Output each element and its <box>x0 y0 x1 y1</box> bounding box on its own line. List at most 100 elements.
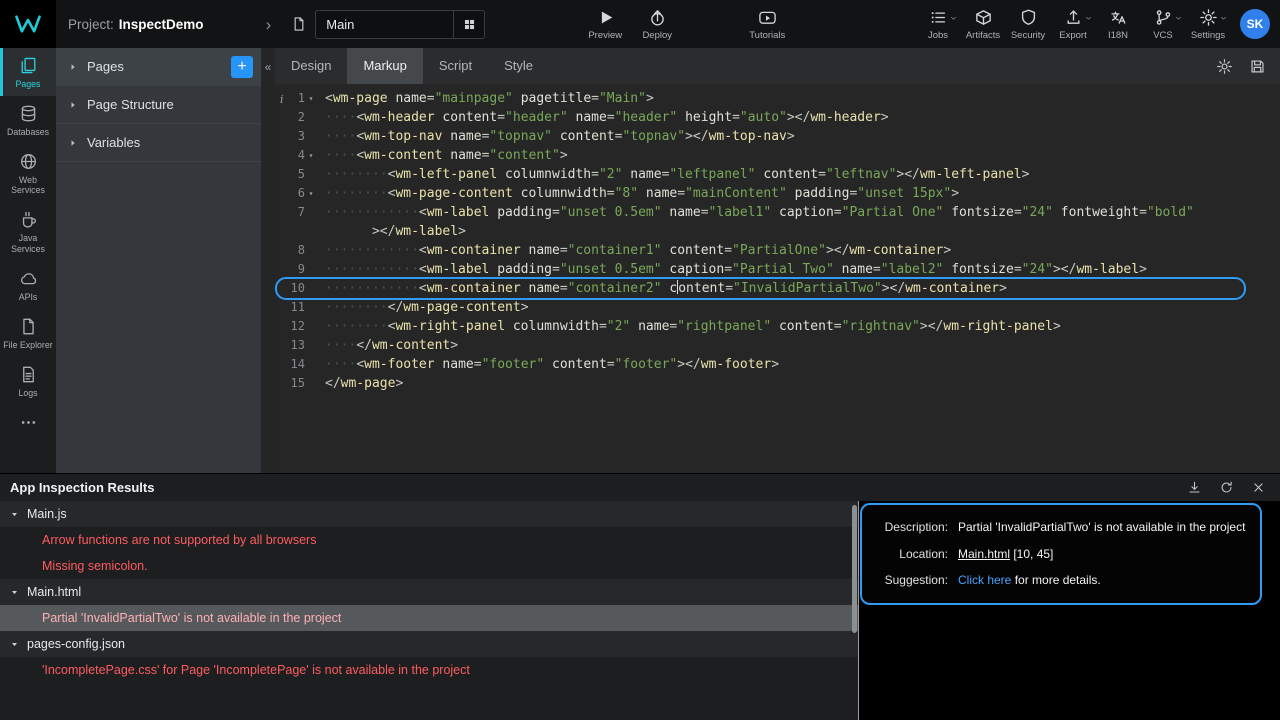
inspection-file-main-html[interactable]: Main.html <box>0 579 858 605</box>
code-text: ></wm-label> <box>317 222 466 241</box>
explorer-section-variables[interactable]: Variables <box>56 124 261 162</box>
fold-toggle-icon[interactable]: ▾ <box>305 146 317 165</box>
gutter: 5 <box>275 165 317 184</box>
code-line-11[interactable]: 11········</wm-page-content> <box>275 298 1280 317</box>
inspection-file-main-js[interactable]: Main.js <box>0 501 858 527</box>
code-text: <wm-page name="mainpage" pagetitle="Main… <box>317 89 654 108</box>
topbar-jobs-button[interactable]: Jobs <box>920 8 956 41</box>
page-document-icon <box>291 16 307 32</box>
topbar-i18n-button[interactable]: I18N <box>1100 8 1136 41</box>
user-avatar[interactable]: SK <box>1240 9 1270 39</box>
code-line-10[interactable]: 10············<wm-container name="contai… <box>275 279 1280 298</box>
rail-item-logs[interactable]: Logs <box>0 357 56 405</box>
topbar-deploy-button[interactable]: Deploy <box>639 8 675 41</box>
code-line-15[interactable]: 15</wm-page> <box>275 374 1280 393</box>
code-text: ····<wm-content name="content"> <box>317 146 568 165</box>
jobs-label: Jobs <box>928 30 948 41</box>
code-line-1[interactable]: i1▾<wm-page name="mainpage" pagetitle="M… <box>275 89 1280 108</box>
topbar-artifacts-button[interactable]: Artifacts <box>965 8 1001 41</box>
java-services-icon <box>19 210 38 229</box>
topbar-export-button[interactable]: Export <box>1055 8 1091 41</box>
explorer-section-pages[interactable]: Pages+ <box>56 48 261 86</box>
line-number: 4 <box>275 146 305 165</box>
tab-style[interactable]: Style <box>488 48 549 84</box>
topbar-right-actions: Jobs Artifacts Security Export I18N VCS Settin… <box>920 8 1226 41</box>
code-text: ····<wm-header content="header" name="he… <box>317 108 889 127</box>
refresh-icon[interactable] <box>1219 480 1234 495</box>
markup-settings-icon[interactable] <box>1216 58 1233 75</box>
scrollbar-thumb[interactable] <box>852 505 857 633</box>
artifacts-label: Artifacts <box>966 30 1000 41</box>
rail-item-apis[interactable]: APIs <box>0 261 56 309</box>
line-number: 8 <box>275 241 305 260</box>
inspection-error[interactable]: Arrow functions are not supported by all… <box>0 527 858 553</box>
page-grid-button[interactable] <box>453 11 484 38</box>
code-line-4[interactable]: 4▾····<wm-content name="content"> <box>275 146 1280 165</box>
save-icon[interactable] <box>1249 58 1266 75</box>
line-number: 6 <box>275 184 305 203</box>
topbar-tutorials-button[interactable]: Tutorials <box>749 8 785 41</box>
topbar-preview-button[interactable]: Preview <box>587 8 623 41</box>
gutter: 12 <box>275 317 317 336</box>
code-line-6[interactable]: 6▾········<wm-page-content columnwidth="… <box>275 184 1280 203</box>
rail-item-more[interactable] <box>0 405 56 439</box>
inspection-file-pages-config-json[interactable]: pages-config.json <box>0 631 858 657</box>
editor-tools <box>1216 58 1280 75</box>
tab-markup[interactable]: Markup <box>347 48 422 84</box>
line-number: 9 <box>275 260 305 279</box>
editor-tabs: DesignMarkupScriptStyle <box>275 48 549 84</box>
tab-design[interactable]: Design <box>275 48 347 84</box>
gutter: 10 <box>275 279 317 298</box>
rail-item-databases[interactable]: Databases <box>0 96 56 144</box>
rail-item-file-explorer[interactable]: File Explorer <box>0 309 56 357</box>
explorer-section-page-structure[interactable]: Page Structure <box>56 86 261 124</box>
editor-tabbar: DesignMarkupScriptStyle <box>275 48 1280 84</box>
gutter: 8 <box>275 241 317 260</box>
rail-item-pages[interactable]: Pages <box>0 48 56 96</box>
app-inspection-panel: App Inspection Results Main.jsArrow func… <box>0 473 1280 720</box>
location-file-link[interactable]: Main.html <box>958 547 1010 561</box>
code-line-3[interactable]: 3····<wm-top-nav name="topnav" content="… <box>275 127 1280 146</box>
code-line-14[interactable]: 14····<wm-footer name="footer" content="… <box>275 355 1280 374</box>
rail-item-web-services[interactable]: Web Services <box>0 144 56 202</box>
code-line-7[interactable]: 7············<wm-label padding="unset 0.… <box>275 203 1280 222</box>
suggestion-value: Click here for more details. <box>958 571 1246 590</box>
code-line-wrap[interactable]: ></wm-label> <box>275 222 1280 241</box>
tutorials-label: Tutorials <box>749 30 785 41</box>
code-editor[interactable]: i1▾<wm-page name="mainpage" pagetitle="M… <box>275 84 1280 473</box>
web-services-icon <box>19 152 38 171</box>
description-value: Partial 'InvalidPartialTwo' is not avail… <box>958 518 1246 537</box>
location-value: Main.html [10, 45] <box>958 545 1246 564</box>
line-number: 2 <box>275 108 305 127</box>
inspection-error[interactable]: 'IncompletePage.css' for Page 'Incomplet… <box>0 657 858 683</box>
topbar-settings-button[interactable]: Settings <box>1190 8 1226 41</box>
code-line-12[interactable]: 12········<wm-right-panel columnwidth="2… <box>275 317 1280 336</box>
add-page-button[interactable]: + <box>231 56 253 78</box>
explorer-panel: Pages+Page StructureVariables <box>56 48 261 473</box>
inspection-error[interactable]: Missing semicolon. <box>0 553 858 579</box>
collapse-panel-button[interactable]: « <box>261 48 275 473</box>
code-line-13[interactable]: 13····</wm-content> <box>275 336 1280 355</box>
code-line-9[interactable]: 9············<wm-label padding="unset 0.… <box>275 260 1280 279</box>
preview-label: Preview <box>588 30 622 41</box>
suggestion-link[interactable]: Click here <box>958 573 1011 587</box>
topbar-security-button[interactable]: Security <box>1010 8 1046 41</box>
inspection-error[interactable]: Partial 'InvalidPartialTwo' is not avail… <box>0 605 858 631</box>
page-selector[interactable]: Main <box>315 10 485 39</box>
fold-toggle-icon[interactable]: ▾ <box>305 89 317 108</box>
close-icon[interactable] <box>1251 480 1266 495</box>
code-text: ········</wm-page-content> <box>317 298 529 317</box>
tab-script[interactable]: Script <box>423 48 488 84</box>
code-line-8[interactable]: 8············<wm-container name="contain… <box>275 241 1280 260</box>
code-line-2[interactable]: 2 ····<wm-header content="header" name="h… <box>275 108 1280 127</box>
code-text: ········<wm-page-content columnwidth="8"… <box>317 184 959 203</box>
jobs-icon <box>929 8 948 27</box>
topbar-vcs-button[interactable]: VCS <box>1145 8 1181 41</box>
file-explorer-icon <box>19 317 38 336</box>
rail-item-java-services[interactable]: Java Services <box>0 202 56 260</box>
app-logo[interactable] <box>0 0 56 48</box>
fold-toggle-icon[interactable]: ▾ <box>305 184 317 203</box>
download-icon[interactable] <box>1187 480 1202 495</box>
code-line-5[interactable]: 5········<wm-left-panel columnwidth="2" … <box>275 165 1280 184</box>
code-text: ············<wm-container name="containe… <box>317 279 1007 298</box>
